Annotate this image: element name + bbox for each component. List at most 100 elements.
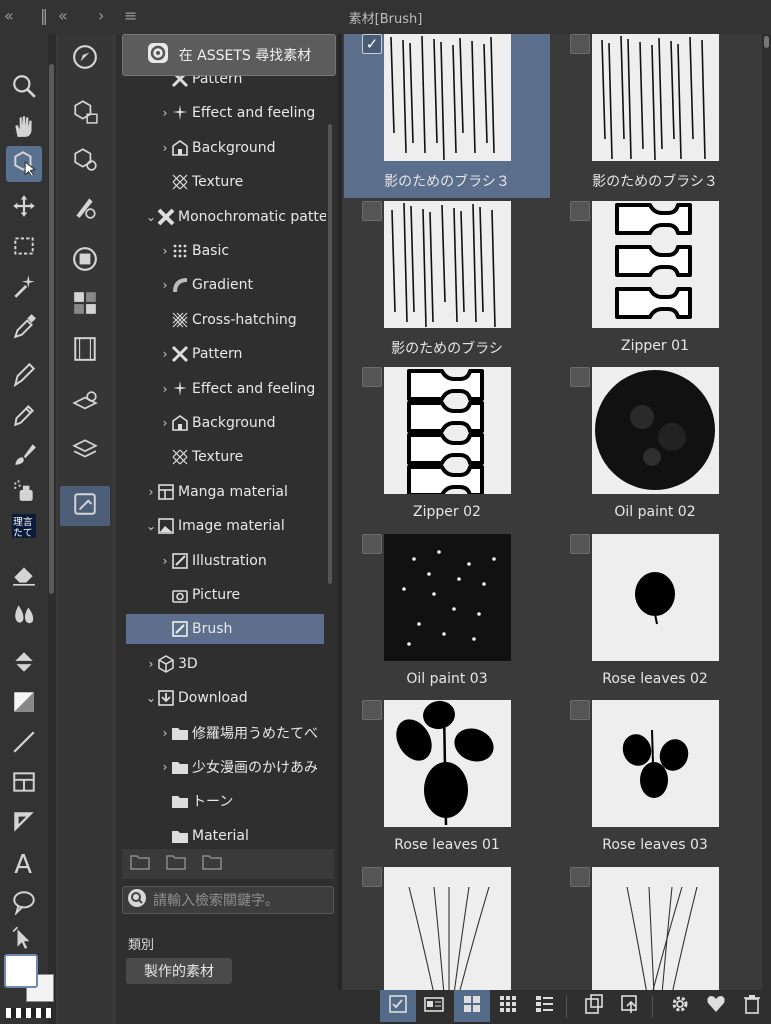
chevron-icon[interactable]: ⌄ [146,691,156,705]
panel-tab[interactable] [60,486,110,526]
tree-node[interactable]: › 修羅場用うめたてべ [116,718,318,748]
chevron-icon[interactable]: › [160,416,170,430]
transparent-color-swatch[interactable] [6,1008,52,1018]
tree-node[interactable]: › Background [116,133,276,163]
material-item[interactable]: Oil paint 02 [552,367,758,531]
panel-tab[interactable] [70,194,100,224]
tree-node[interactable]: › 少女漫画のかけあみ [116,752,318,782]
chevron-icon[interactable]: › [160,106,170,120]
chevron-icon[interactable]: ⌄ [146,519,156,533]
tree-node[interactable]: Brush [126,614,324,645]
tool-button[interactable] [6,726,42,762]
tool-button[interactable] [6,558,42,594]
tool-button[interactable] [6,70,42,106]
toolbar-button[interactable] [662,990,698,1022]
chevron-icon[interactable]: › [160,382,170,396]
toolbar-button[interactable] [380,990,416,1022]
material-checkbox[interactable] [362,367,382,388]
material-checkbox[interactable] [570,533,590,554]
tree-scrollbar[interactable] [328,124,332,584]
panel-tab[interactable] [70,146,100,176]
panel-tab[interactable] [70,336,100,366]
material-checkbox[interactable]: ✓ [362,34,382,54]
edit-folder-icon[interactable] [202,853,224,875]
chevron-icon[interactable]: › [160,278,170,292]
toolbar-button[interactable] [612,990,648,1022]
panel-tab[interactable] [70,44,100,74]
chevron-icon[interactable]: › [160,554,170,568]
toolbar-button[interactable] [454,990,490,1022]
material-item[interactable]: Rose leaves 01 [344,700,550,864]
tool-button[interactable]: 理言 たて [6,510,42,546]
material-item[interactable]: 影のためのブラシ３ [552,34,758,198]
panel-tab[interactable] [70,290,100,320]
tree-node[interactable]: Pattern [116,76,242,94]
tree-node[interactable]: › Pattern [116,339,242,369]
find-in-assets-button[interactable]: 在 ASSETS 尋找素材 [122,34,336,76]
tree-node[interactable]: › Manga material [116,477,288,507]
tree-node[interactable]: Texture [116,442,243,472]
material-checkbox[interactable] [570,700,590,721]
tool-button[interactable] [6,358,42,394]
material-checkbox[interactable] [570,367,590,388]
tool-button[interactable] [6,146,42,182]
toolbar-button[interactable] [490,990,526,1022]
search-input[interactable]: 請輸入檢索關鍵字。 [122,886,334,914]
material-item[interactable]: Rose leaves 03 [552,700,758,864]
material-checkbox[interactable] [362,533,382,554]
tree-node[interactable]: Cross-hatching [116,305,297,335]
tool-button[interactable] [6,438,42,474]
toolbar-button[interactable] [734,990,770,1022]
tree-node[interactable]: ⌄ Download [116,683,248,713]
tool-button[interactable] [6,646,42,682]
material-item[interactable]: ✓ 影のためのブラシ３ [344,34,550,198]
tree-node[interactable]: › Basic [116,236,229,266]
tree-node[interactable]: ⌄ Image material [116,511,285,541]
panel-tab[interactable] [70,246,100,276]
chevron-icon[interactable]: › [160,244,170,258]
tool-button[interactable] [6,922,42,958]
main-color-swatch[interactable] [4,954,38,988]
tree-node[interactable]: › Background [116,408,276,438]
material-checkbox[interactable] [570,200,590,221]
new-folder-icon[interactable] [130,853,152,875]
material-item[interactable]: Zipper 02 [344,367,550,531]
tree-node[interactable]: › Illustration [116,546,267,576]
tool-button[interactable] [6,110,42,146]
chevron-icon[interactable]: › [146,657,156,671]
tool-button[interactable] [6,310,42,346]
chevron-icon[interactable]: › [160,347,170,361]
tool-button[interactable] [6,886,42,922]
toolbar-button[interactable] [576,990,612,1022]
material-checkbox[interactable] [362,867,382,887]
tree-node[interactable]: Texture [116,167,243,197]
material-item[interactable]: Oil paint 03 [344,533,550,698]
panel-tab[interactable] [70,390,100,420]
tool-button[interactable] [6,230,42,266]
grid-scrollbar[interactable] [762,34,771,990]
toolbar-button[interactable] [416,990,452,1022]
category-chip[interactable]: 製作的素材 [126,958,232,984]
material-item[interactable] [344,867,550,990]
tool-button[interactable] [6,398,42,434]
tree-node[interactable]: トーン [116,786,233,816]
delete-folder-icon[interactable] [166,853,188,875]
tool-scrollbar[interactable] [48,34,56,1024]
tool-button[interactable] [6,598,42,634]
tool-button[interactable] [6,474,42,510]
tree-node[interactable]: Material [116,821,249,848]
tool-button[interactable] [6,766,42,802]
material-checkbox[interactable] [362,200,382,221]
tree-node[interactable]: › Effect and feeling [116,98,315,128]
material-checkbox[interactable] [570,867,590,887]
chevron-icon[interactable]: › [160,760,170,774]
tree-node[interactable]: › 3D [116,649,198,679]
tool-button[interactable] [6,686,42,722]
material-checkbox[interactable] [570,34,590,54]
tool-button[interactable]: A [6,846,42,882]
material-checkbox[interactable] [362,700,382,721]
material-item[interactable]: Zipper 01 [552,200,758,365]
material-item[interactable]: 影のためのブラシ [344,200,550,365]
material-item[interactable]: Rose leaves 02 [552,533,758,698]
chevron-icon[interactable]: › [146,485,156,499]
